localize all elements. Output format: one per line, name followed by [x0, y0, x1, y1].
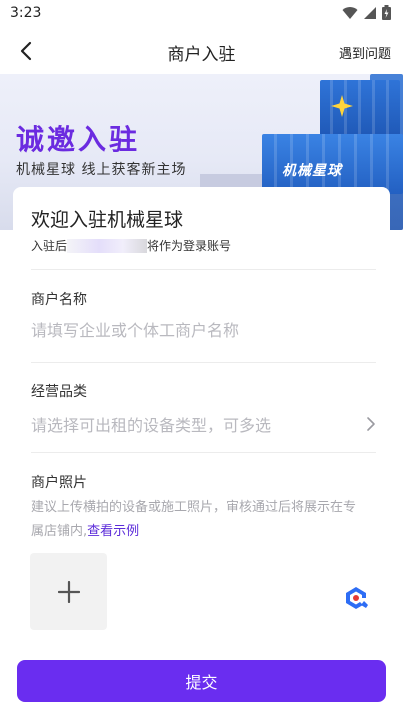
divider: [31, 269, 376, 270]
status-time: 3:23: [10, 5, 42, 21]
submit-button[interactable]: 提交: [17, 660, 386, 702]
status-icons: [342, 5, 391, 20]
welcome-subtitle: 入驻后 将作为登录账号: [31, 237, 231, 254]
view-example-link[interactable]: 查看示例: [87, 524, 139, 539]
welcome-suffix: 将作为登录账号: [147, 239, 232, 253]
merchant-name-input[interactable]: [31, 321, 371, 340]
masked-phone-number: [67, 239, 148, 253]
wifi-icon: [342, 6, 358, 19]
welcome-title: 欢迎入驻机械星球: [31, 209, 184, 231]
divider: [31, 362, 376, 363]
category-placeholder: 请选择可出租的设备类型，可多选: [31, 416, 272, 435]
welcome-prefix: 入驻后: [31, 239, 68, 253]
category-label: 经营品类: [31, 384, 87, 400]
merchant-name-label: 商户名称: [31, 292, 87, 308]
divider: [31, 452, 376, 453]
photo-hint: 建议上传横拍的设备或施工照片，审核通过后将展示在专属店铺内,查看示例: [31, 496, 361, 544]
chevron-right-icon: [367, 417, 375, 431]
assistant-logo-icon[interactable]: [342, 584, 370, 612]
footer-bar: 提交: [0, 650, 403, 716]
photo-upload-button[interactable]: [30, 553, 107, 630]
registration-form-card: 欢迎入驻机械星球 入驻后 将作为登录账号 商户名称 经营品类 请选择可出租的设备类…: [13, 187, 390, 657]
battery-icon: [382, 5, 391, 20]
banner-slogan: 诚邀入驻: [16, 123, 141, 156]
banner-brand-mark: 机械星球: [282, 163, 342, 179]
plus-icon: [57, 580, 80, 603]
category-select[interactable]: 请选择可出租的设备类型，可多选: [31, 412, 376, 436]
banner-subtitle: 机械星球 线上获客新主场: [16, 162, 187, 178]
app-header: 商户入驻 遇到问题: [0, 28, 403, 74]
status-bar: 3:23: [0, 0, 403, 28]
photo-hint-text: 建议上传横拍的设备或施工照片，审核通过后将展示在专属店铺内,: [31, 500, 357, 539]
help-link[interactable]: 遇到问题: [339, 43, 391, 62]
photo-label: 商户照片: [31, 475, 87, 491]
signal-icon: [364, 6, 376, 19]
star-icon: [331, 95, 353, 117]
